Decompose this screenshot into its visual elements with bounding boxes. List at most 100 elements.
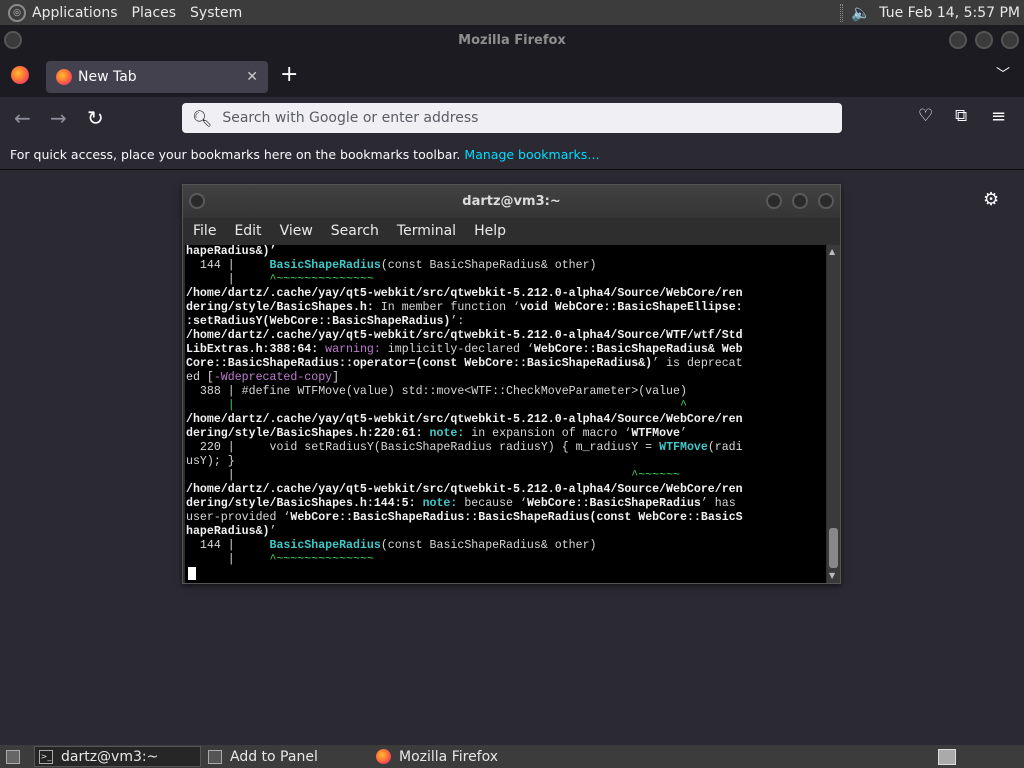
terminal-titlebar: dartz@vm3:~ (183, 185, 840, 218)
terminal-menu-search[interactable]: Search (331, 223, 379, 239)
terminal-menu-edit[interactable]: Edit (234, 223, 261, 239)
terminal-line: 144 | BasicShapeRadius(const BasicShapeR… (186, 539, 826, 553)
terminal-line: dering/style/BasicShapes.h: In member fu… (186, 301, 826, 315)
terminal-line: ed [-Wdeprecated-copy] (186, 371, 826, 385)
terminal-text: (const BasicShapeRadius& other) (380, 259, 597, 272)
extensions-icon[interactable]: ⧉ (955, 106, 967, 126)
gear-icon[interactable]: ⚙ (983, 189, 999, 210)
terminal-maximize-button[interactable] (792, 193, 808, 209)
terminal-line: | ^ (186, 399, 826, 413)
terminal-text: because ‘ (457, 497, 527, 510)
terminal-text: | (186, 469, 632, 482)
scroll-up-arrow-icon[interactable]: ▲ (829, 247, 835, 256)
terminal-text: ’ has (700, 497, 736, 510)
new-tab-plus-icon[interactable]: + (280, 62, 298, 87)
close-button[interactable] (1001, 31, 1019, 49)
clock[interactable]: Tue Feb 14, 5:57 PM (879, 5, 1020, 21)
terminal-text: WebCore::BasicShapeRadius (526, 497, 701, 510)
terminal-line: dering/style/BasicShapes.h:220:61: note:… (186, 427, 826, 441)
terminal-window-menu-button[interactable] (189, 193, 205, 209)
terminal-line: | ^~~~~~~~~~~~~~~ (186, 553, 826, 567)
taskbar-item-add-to-panel[interactable]: Add to Panel (204, 746, 369, 767)
window-menu-button[interactable] (4, 31, 22, 49)
reload-icon[interactable]: ↻ (87, 106, 104, 130)
terminal-text: /home/dartz/.cache/yay/qt5-webkit/src/qt… (186, 413, 743, 426)
taskbar-item-terminal[interactable]: >_ dartz@vm3:~ (34, 746, 201, 767)
terminal-text: in expansion of macro ‘ (464, 427, 632, 440)
terminal-text: BasicShapeRadius (269, 539, 381, 552)
pocket-icon[interactable]: ♡ (918, 106, 933, 126)
minimize-button[interactable] (949, 31, 967, 49)
terminal-menu-terminal[interactable]: Terminal (397, 223, 456, 239)
tab-new-tab[interactable]: New Tab ✕ (46, 61, 268, 93)
terminal-text: ] (332, 371, 340, 384)
terminal-text: -Wdeprecated-copy (213, 371, 333, 384)
terminal-close-button[interactable] (818, 193, 834, 209)
terminal-text: 144 | (186, 539, 270, 552)
chevron-down-icon[interactable]: ﹀ (996, 64, 1010, 84)
terminal-text: | (186, 273, 270, 286)
address-bar[interactable]: 🔍︎ Search with Google or enter address (182, 103, 842, 133)
terminal-menu-file[interactable]: File (193, 223, 216, 239)
bookmarks-hint: For quick access, place your bookmarks h… (10, 146, 461, 162)
terminal-text: /home/dartz/.cache/yay/qt5-webkit/src/qt… (186, 287, 743, 300)
terminal-line: 388 | #define WTFMove(value) std::move<W… (186, 385, 826, 399)
menu-places[interactable]: Places (132, 5, 177, 21)
terminal-line: /home/dartz/.cache/yay/qt5-webkit/src/qt… (186, 287, 826, 301)
terminal-text: BasicShapeRadius (269, 259, 381, 272)
forward-arrow-icon[interactable]: → (50, 106, 67, 130)
top-panel: ◎ Applications Places System 🔈 Tue Feb 1… (0, 0, 1024, 25)
terminal-text: 220 | void setRadiusY(BasicShapeRadius r… (186, 441, 660, 454)
terminal-icon: >_ (39, 749, 53, 764)
terminal-output[interactable]: hapeRadius&)’ 144 | BasicShapeRadius(con… (185, 245, 826, 583)
taskbar-item-firefox[interactable]: Mozilla Firefox (372, 746, 542, 767)
workspace-switcher[interactable] (936, 746, 958, 767)
terminal-scrollbar[interactable]: ▲ ▼ (827, 245, 840, 583)
terminal-text: /home/dartz/.cache/yay/qt5-webkit/src/qt… (186, 329, 743, 342)
terminal-line: hapeRadius&)’ (186, 245, 826, 259)
terminal-menu-view[interactable]: View (280, 223, 313, 239)
taskbar-label: Mozilla Firefox (399, 748, 499, 765)
firefox-view-icon[interactable] (11, 66, 29, 84)
close-tab-icon[interactable]: ✕ (246, 69, 258, 85)
terminal-text: WebCore::BasicShapeRadius& Web (533, 343, 743, 356)
terminal-menu-help[interactable]: Help (474, 223, 506, 239)
volume-icon[interactable]: 🔈 (851, 3, 871, 22)
terminal-text: ed [ (186, 371, 214, 384)
bottom-panel: >_ dartz@vm3:~ Add to Panel Mozilla Fire… (0, 745, 1024, 768)
maximize-button[interactable] (975, 31, 993, 49)
menu-system[interactable]: System (190, 5, 242, 21)
firefox-icon (376, 749, 391, 764)
terminal-line: user-provided ‘WebCore::BasicShapeRadius… (186, 511, 826, 525)
terminal-line: /home/dartz/.cache/yay/qt5-webkit/src/qt… (186, 483, 826, 497)
terminal-line: | ^~~~~~~~~~~~~~~ (186, 273, 826, 287)
terminal-minimize-button[interactable] (766, 193, 782, 209)
back-arrow-icon[interactable]: ← (14, 106, 31, 130)
terminal-line: 220 | void setRadiusY(BasicShapeRadius r… (186, 441, 826, 455)
scrollbar-thumb[interactable] (829, 528, 838, 568)
terminal-text: ’: (450, 315, 465, 328)
terminal-line: Core::BasicShapeRadius::operator=(const … (186, 357, 826, 371)
search-icon: 🔍︎ (192, 108, 213, 128)
manage-bookmarks-link[interactable]: Manage bookmarks… (464, 147, 599, 162)
terminal-text: WTFMove (631, 427, 681, 440)
taskbar-label: Add to Panel (230, 748, 318, 765)
desktop-icon (6, 749, 20, 764)
show-desktop-button[interactable] (2, 746, 30, 767)
terminal-text: (radi (707, 441, 743, 454)
taskbar-label: dartz@vm3:~ (61, 748, 159, 765)
scroll-down-arrow-icon[interactable]: ▼ (829, 571, 835, 580)
terminal-text: (const BasicShapeRadius& other) (380, 539, 597, 552)
terminal-text: /home/dartz/.cache/yay/qt5-webkit/src/qt… (186, 483, 743, 496)
terminal-text: 144 | (186, 259, 270, 272)
system-logo-icon[interactable]: ◎ (8, 3, 26, 22)
terminal-line: usY); } (186, 455, 826, 469)
terminal-lines: hapeRadius&)’ 144 | BasicShapeRadius(con… (186, 245, 826, 567)
terminal-text: hapeRadius&)’ (186, 245, 277, 258)
menu-applications[interactable]: Applications (32, 5, 118, 21)
hamburger-menu-icon[interactable]: ≡ (991, 106, 1006, 127)
terminal-text: Core::BasicShapeRadius::operator=(const … (186, 357, 653, 370)
firefox-window-title: Mozilla Firefox (458, 32, 566, 48)
tab-label: New Tab (78, 69, 137, 85)
